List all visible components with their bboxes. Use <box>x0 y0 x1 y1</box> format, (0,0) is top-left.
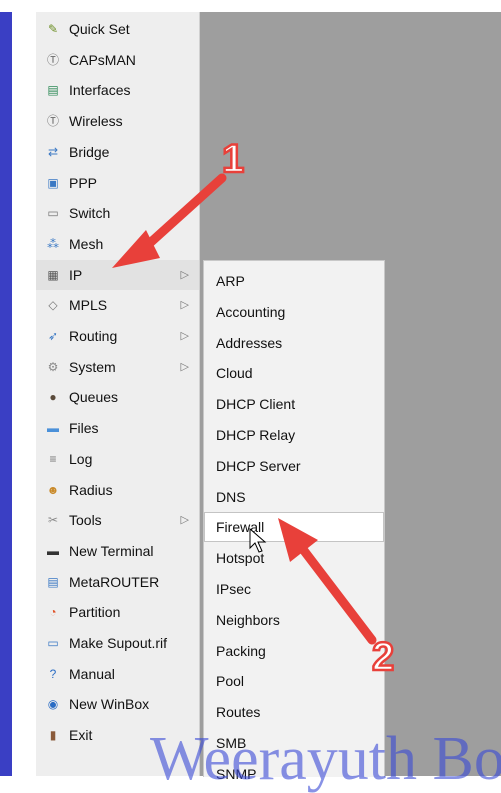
arrow-1 <box>112 173 227 268</box>
arrow-2 <box>278 518 377 645</box>
annotation-layer: 1 2 <box>112 136 396 680</box>
mouse-cursor-icon <box>249 528 267 553</box>
step-2-label: 2 <box>372 635 394 679</box>
step-1-label: 1 <box>222 137 244 181</box>
